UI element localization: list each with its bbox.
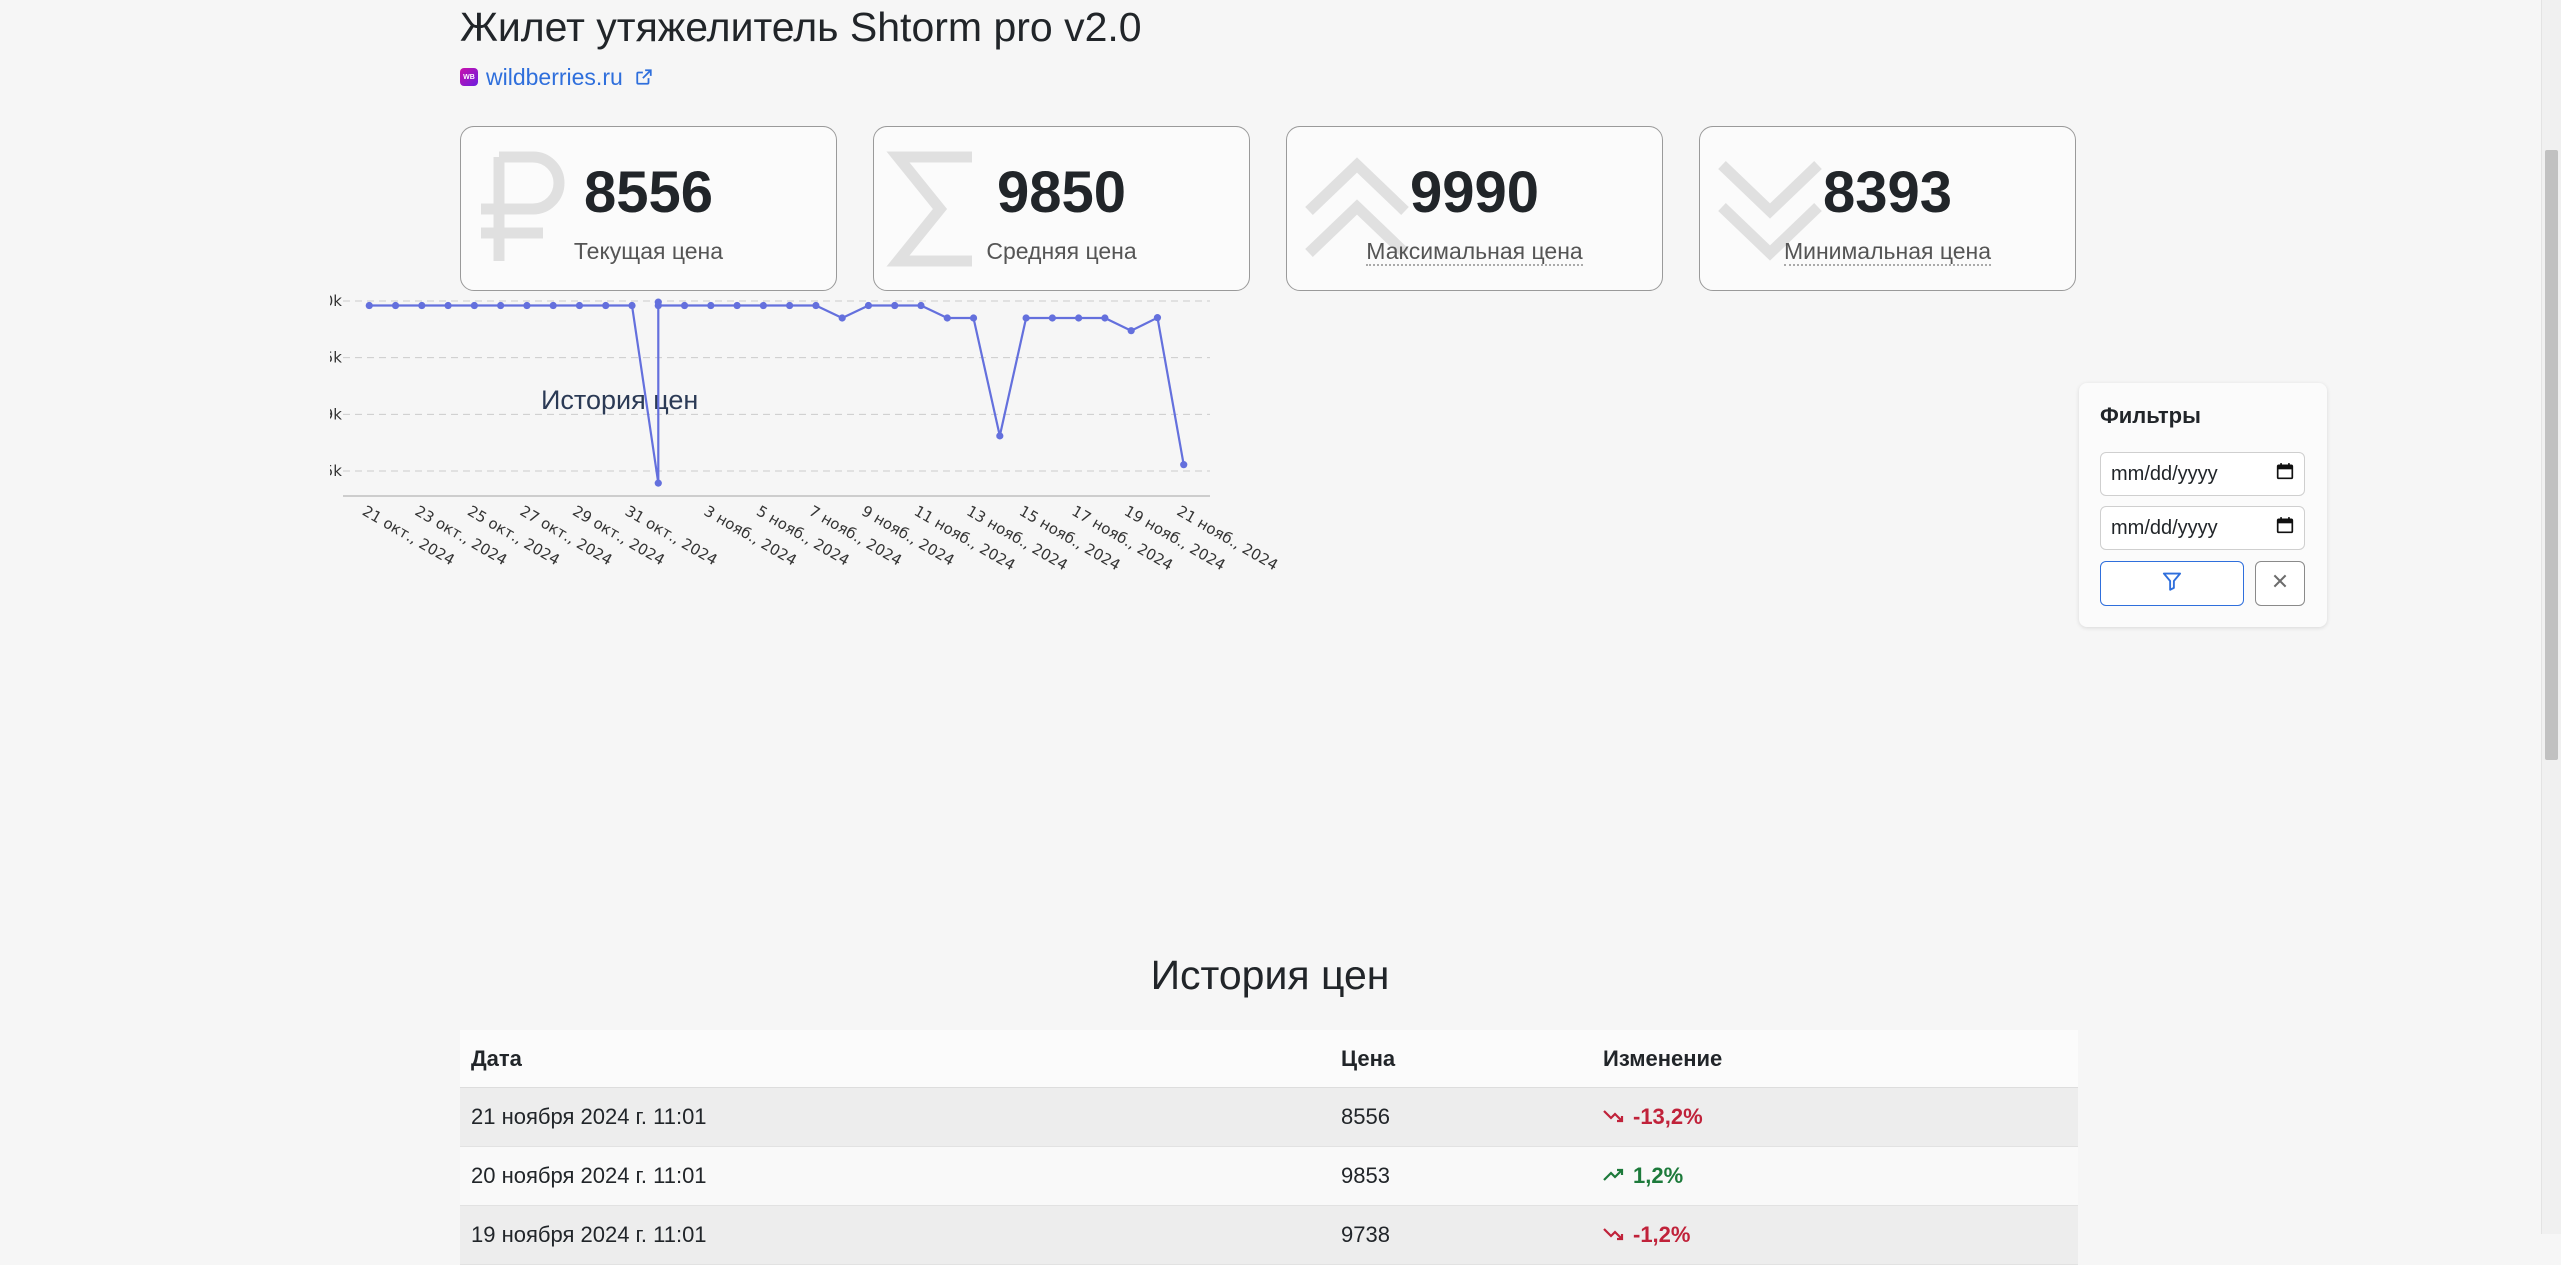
product-title: Жилет утяжелитель Shtorm pro v2.0 xyxy=(460,4,1142,50)
column-header-price[interactable]: Цена xyxy=(1330,1030,1592,1088)
column-header-change[interactable]: Изменение xyxy=(1592,1030,2078,1088)
average-price-card: 9850 Средняя цена xyxy=(873,126,1250,291)
change-value: -1,2% xyxy=(1633,1222,1691,1247)
external-link-icon xyxy=(635,68,653,86)
filters-panel: Фильтры mm/dd/yyyy mm/dd/yyyy xyxy=(2079,383,2327,627)
data-point[interactable] xyxy=(838,314,846,322)
trend-down-icon xyxy=(1603,1222,1625,1248)
row-price: 8556 xyxy=(1330,1087,1592,1147)
data-point[interactable] xyxy=(523,301,531,310)
data-point[interactable] xyxy=(1022,314,1030,322)
data-point[interactable] xyxy=(497,301,505,310)
table-header-row: Дата Цена Изменение xyxy=(460,1030,2078,1088)
row-price: 9738 xyxy=(1330,1205,1592,1265)
scrollbar-thumb[interactable] xyxy=(2545,150,2558,760)
row-change: 1,2% xyxy=(1592,1146,2078,1206)
data-point[interactable] xyxy=(969,314,978,322)
filters-title: Фильтры xyxy=(2100,403,2201,428)
data-point[interactable] xyxy=(1127,327,1135,335)
date-from-placeholder: mm/dd/yyyy xyxy=(2111,462,2218,485)
max-price-value: 9990 xyxy=(1409,160,1540,225)
calendar-icon[interactable] xyxy=(2276,462,2294,486)
min-price-value: 8393 xyxy=(1822,160,1953,225)
data-point[interactable] xyxy=(1075,314,1083,322)
store-link[interactable]: WB wildberries.ru xyxy=(460,62,653,92)
data-point[interactable] xyxy=(917,301,925,310)
table-row: 19 ноября 2024 г. 11:01 9738 -1,2% xyxy=(460,1205,2078,1265)
table-row: 21 ноября 2024 г. 11:01 8556 -13,2% xyxy=(460,1087,2078,1147)
y-tick-label: 8.5k xyxy=(330,462,342,480)
min-price-card: 8393 Минимальная цена xyxy=(1699,126,2076,291)
price-series-line[interactable] xyxy=(369,301,1185,485)
data-point[interactable] xyxy=(418,301,426,310)
data-point[interactable] xyxy=(391,301,400,310)
data-point[interactable] xyxy=(1048,314,1056,322)
data-point[interactable] xyxy=(891,301,899,310)
row-price: 9853 xyxy=(1330,1146,1592,1206)
data-point[interactable] xyxy=(549,301,557,310)
date-to-placeholder: mm/dd/yyyy xyxy=(2111,516,2218,539)
current-price-card: 8556 Текущая цена xyxy=(460,126,837,291)
page-scrollbar[interactable] xyxy=(2541,0,2561,1234)
data-point[interactable] xyxy=(707,301,715,310)
row-change: -1,2% xyxy=(1592,1205,2078,1265)
current-price-value: 8556 xyxy=(583,160,714,225)
x-tick-label: 21 окт., 2024 xyxy=(359,502,457,569)
data-point[interactable] xyxy=(864,301,873,310)
price-history-table: Дата Цена Изменение 21 ноября 2024 г. 11… xyxy=(460,1030,2078,1265)
calendar-icon[interactable] xyxy=(2276,516,2294,540)
row-date: 20 ноября 2024 г. 11:01 xyxy=(460,1146,1330,1206)
data-point[interactable] xyxy=(365,301,373,310)
current-price-label: Текущая цена xyxy=(573,238,724,264)
filter-icon xyxy=(2162,571,2182,596)
store-link-label: wildberries.ru xyxy=(486,63,623,90)
min-price-label[interactable]: Минимальная цена xyxy=(1700,235,2075,267)
max-price-label[interactable]: Максимальная цена xyxy=(1287,235,1662,267)
data-point[interactable] xyxy=(1153,314,1162,322)
table-row: 20 ноября 2024 г. 11:01 9853 1,2% xyxy=(460,1146,2078,1206)
data-point[interactable] xyxy=(680,301,689,310)
change-value: -13,2% xyxy=(1633,1104,1703,1129)
average-price-value: 9850 xyxy=(996,160,1127,225)
data-point[interactable] xyxy=(733,301,741,310)
y-tick-label: 9k xyxy=(330,405,342,423)
close-icon xyxy=(2271,572,2289,595)
data-point[interactable] xyxy=(1101,314,1109,322)
data-point[interactable] xyxy=(812,301,820,310)
data-point[interactable] xyxy=(654,479,662,487)
wildberries-logo-icon: WB xyxy=(460,68,478,86)
price-history-chart[interactable]: История цен 8.5k9k9.5k10k 21 окт., 20242… xyxy=(330,268,1870,808)
date-from-input[interactable]: mm/dd/yyyy xyxy=(2100,452,2305,496)
data-point[interactable] xyxy=(628,301,636,310)
data-point[interactable] xyxy=(943,314,951,322)
trend-down-icon xyxy=(1603,1104,1625,1130)
column-header-date[interactable]: Дата xyxy=(460,1030,1330,1088)
change-value: 1,2% xyxy=(1633,1163,1684,1188)
data-point[interactable] xyxy=(602,301,610,310)
data-point[interactable] xyxy=(470,301,478,310)
row-date: 19 ноября 2024 г. 11:01 xyxy=(460,1205,1330,1265)
clear-filter-button[interactable] xyxy=(2255,561,2305,606)
data-point[interactable] xyxy=(996,432,1004,440)
apply-filter-button[interactable] xyxy=(2100,561,2244,606)
data-point[interactable] xyxy=(654,301,662,310)
max-price-card: 9990 Максимальная цена xyxy=(1286,126,1663,291)
history-heading: История цен xyxy=(1150,952,1390,998)
average-price-label: Средняя цена xyxy=(986,238,1137,264)
data-point[interactable] xyxy=(1180,461,1188,469)
data-point[interactable] xyxy=(575,301,584,310)
row-date: 21 ноября 2024 г. 11:01 xyxy=(460,1087,1330,1147)
trend-up-icon xyxy=(1603,1163,1625,1189)
data-point[interactable] xyxy=(786,301,794,310)
y-tick-label: 10k xyxy=(330,292,342,310)
date-to-input[interactable]: mm/dd/yyyy xyxy=(2100,506,2305,550)
data-point[interactable] xyxy=(444,301,452,310)
data-point[interactable] xyxy=(759,301,767,310)
chart-title: История цен xyxy=(541,385,698,415)
row-change: -13,2% xyxy=(1592,1087,2078,1147)
y-tick-label: 9.5k xyxy=(330,349,342,367)
